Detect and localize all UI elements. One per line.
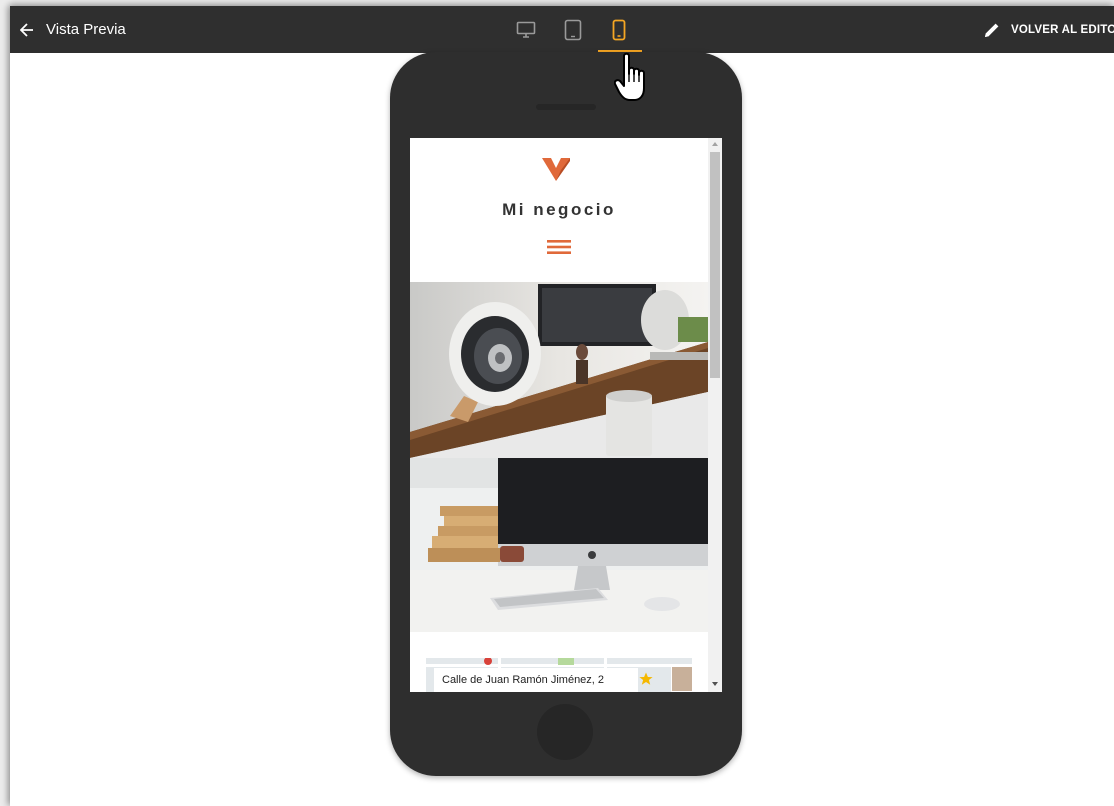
preview-window: Vista Previa VOLVER AL EDITOR Mi negocio… <box>10 6 1114 806</box>
address-card: Calle de Juan Ramón Jiménez, 2 <box>434 668 638 692</box>
mobile-view-button[interactable] <box>599 6 639 53</box>
avatar <box>671 666 692 692</box>
pencil-icon <box>985 23 999 37</box>
mobile-icon <box>612 19 626 40</box>
back-button[interactable]: Vista Previa <box>20 6 126 53</box>
star-icon[interactable] <box>639 672 653 686</box>
site-header: Mi negocio <box>410 138 708 282</box>
hand-cursor-icon <box>614 52 645 101</box>
top-bar: Vista Previa VOLVER AL EDITOR <box>10 6 1114 53</box>
scroll-up-icon[interactable] <box>711 141 719 147</box>
back-to-editor-button[interactable]: VOLVER AL EDITOR <box>983 6 1114 53</box>
address-text: Calle de Juan Ramón Jiménez, 2 <box>442 674 605 686</box>
phone-mockup: Mi negocio Calle de Juan Ramón Jiménez, … <box>390 52 742 776</box>
arrow-left-icon <box>20 22 33 37</box>
phone-screen: Mi negocio Calle de Juan Ramón Jiménez, … <box>410 138 722 692</box>
site-title: Mi negocio <box>502 200 616 219</box>
back-to-editor-label: VOLVER AL EDITOR <box>1011 23 1114 36</box>
desktop-view-button[interactable] <box>506 6 546 53</box>
hamburger-menu-icon[interactable] <box>547 240 571 254</box>
scroll-down-icon[interactable] <box>711 681 719 687</box>
scrollbar-thumb[interactable] <box>710 152 720 378</box>
desktop-icon <box>516 21 536 38</box>
tablet-view-button[interactable] <box>553 6 593 53</box>
page-title: Vista Previa <box>46 21 126 38</box>
brand-logo-icon <box>542 158 570 181</box>
hero-image-speaker-desk <box>410 282 708 458</box>
preview-scrollbar[interactable] <box>708 138 722 692</box>
phone-home-button <box>537 704 593 760</box>
image-imac-desk <box>410 458 708 632</box>
tablet-icon <box>564 19 582 40</box>
phone-speaker <box>536 104 596 110</box>
map-widget[interactable]: Calle de Juan Ramón Jiménez, 2 <box>426 658 692 692</box>
